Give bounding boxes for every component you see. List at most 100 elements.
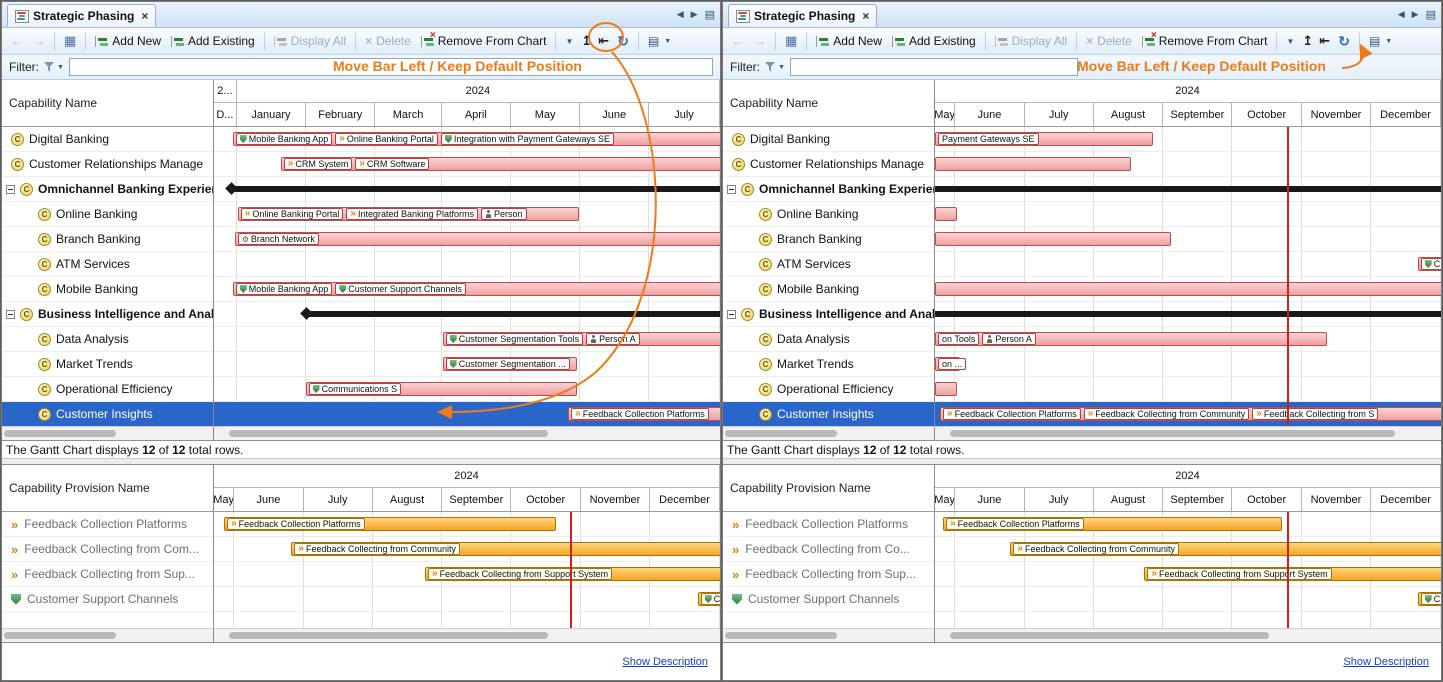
gantt-bar[interactable]: »Feedback Collection Platforms [943,517,1282,531]
gantt-bar[interactable]: on ToolsPerson A [935,332,1327,346]
gantt-bar[interactable]: Payment Gateways SE [935,132,1153,146]
gantt-bar[interactable]: »Feedback Collection Platforms»Feedback … [940,407,1441,421]
chart-scrollbar[interactable] [935,426,1441,440]
capability-row[interactable]: CCustomer Relationships Manage [2,152,213,177]
capability-row[interactable]: CATM Services [723,252,934,277]
gantt-bar[interactable]: C... [1418,257,1441,271]
capability-row[interactable]: CBusiness Intelligence and Analyt [2,302,213,327]
capability-row[interactable]: CData Analysis [723,327,934,352]
gantt-bar[interactable] [935,232,1171,246]
chart-scrollbar[interactable] [935,628,1441,642]
bar-actions-dropdown-icon[interactable]: ▼ [561,35,577,48]
close-tab-icon[interactable]: × [141,9,148,23]
gantt-bar[interactable]: C... [698,592,720,606]
back-icon[interactable]: ← [7,32,27,50]
gantt-bar[interactable]: Mobile Banking AppCustomer Support Chann… [233,282,720,296]
forward-icon[interactable]: → [750,32,770,50]
scrollbar-thumb[interactable] [229,632,548,639]
gantt-bar[interactable]: »Feedback Collection Platforms [224,517,555,531]
open-diagram-icon[interactable]: ▦ [60,31,80,51]
gantt-bar[interactable]: »Feedback Collecting from Community [1010,542,1441,556]
scrollbar-thumb[interactable] [950,430,1395,437]
name-scrollbar[interactable] [723,628,935,642]
add-new-button[interactable]: Add New [91,32,165,50]
scrollbar-thumb[interactable] [4,430,116,437]
provision-row[interactable]: »Feedback Collecting from Co... [723,537,934,562]
gantt-bar[interactable]: Mobile Banking App»Online Banking Portal… [233,132,720,146]
capability-row[interactable]: CData Analysis [2,327,213,352]
show-description-link[interactable]: Show Description [622,656,708,668]
move-bar-left-icon[interactable]: ⇤ [596,31,611,51]
provision-row[interactable]: Customer Support Channels [723,587,934,612]
capability-row[interactable]: CATM Services [2,252,213,277]
provision-row[interactable]: »Feedback Collecting from Com... [2,537,213,562]
delete-button[interactable]: ×Delete [361,32,415,50]
capability-row[interactable]: CMarket Trends [723,352,934,377]
scroll-tabs-left-icon[interactable]: ◀ [1398,9,1405,20]
gantt-bar[interactable]: C... [1418,592,1441,606]
display-all-button[interactable]: Display All [270,32,350,50]
chart-options-icon[interactable]: ▤▼ [644,32,675,50]
move-bar-left-icon[interactable]: ⇤ [1317,31,1332,51]
gantt-bar[interactable]: »Feedback Collecting from Support System [425,567,720,581]
capability-row[interactable]: CMobile Banking [723,277,934,302]
scrollbar-thumb[interactable] [725,632,837,639]
summary-bar[interactable] [306,311,720,317]
keep-default-position-icon[interactable]: ↥ [1300,31,1315,51]
summary-bar[interactable] [935,311,1441,317]
filter-input[interactable] [790,58,1078,76]
capability-row[interactable]: CMobile Banking [2,277,213,302]
collapse-icon[interactable] [727,310,736,319]
remove-from-chart-button[interactable]: Remove From Chart [417,32,551,50]
refresh-icon[interactable]: ↻ [613,31,633,52]
gantt-bar[interactable] [935,207,957,221]
capability-row[interactable]: CBranch Banking [723,227,934,252]
capability-row[interactable]: CCustomer Relationships Manage [723,152,934,177]
gantt-bar[interactable] [935,157,1131,171]
gantt-bar[interactable]: Customer Segmentation ToolsPerson A [443,332,720,346]
gantt-bar[interactable]: Communications S [306,382,577,396]
keep-default-position-icon[interactable]: ↥ [579,31,594,51]
capability-row[interactable]: CDigital Banking [2,127,213,152]
chart-scrollbar[interactable] [214,628,720,642]
capability-row[interactable]: CBranch Banking [2,227,213,252]
collapse-icon[interactable] [6,310,15,319]
filter-options-button[interactable]: ▼ [44,62,64,72]
remove-from-chart-button[interactable]: Remove From Chart [1138,32,1272,50]
gantt-bar[interactable] [935,382,957,396]
collapse-icon[interactable] [727,185,736,194]
capability-row[interactable]: COmnichannel Banking Experienc [723,177,934,202]
capability-row[interactable]: CDigital Banking [723,127,934,152]
gantt-bar[interactable]: on ... [935,357,960,371]
capability-row[interactable]: COperational Efficiency [2,377,213,402]
forward-icon[interactable]: → [29,32,49,50]
tab-list-icon[interactable]: ▤ [1426,8,1436,21]
capability-row[interactable]: CCustomer Insights [2,402,213,426]
tab-list-icon[interactable]: ▤ [705,8,715,21]
chart-options-icon[interactable]: ▤▼ [1365,32,1396,50]
gantt-bar[interactable]: »CRM System»CRM Software [281,157,720,171]
summary-bar[interactable] [935,186,1441,192]
display-all-button[interactable]: Display All [991,32,1071,50]
capability-row[interactable]: CBusiness Intelligence and Analyt [723,302,934,327]
scrollbar-thumb[interactable] [725,430,837,437]
capability-row[interactable]: COperational Efficiency [723,377,934,402]
scroll-tabs-left-icon[interactable]: ◀ [677,9,684,20]
provision-row[interactable]: »Feedback Collecting from Sup... [723,562,934,587]
scroll-tabs-right-icon[interactable]: ▶ [1412,9,1419,20]
summary-bar[interactable] [231,186,720,192]
back-icon[interactable]: ← [728,32,748,50]
gantt-bar[interactable]: »Feedback Collecting from Community [291,542,720,556]
filter-options-button[interactable]: ▼ [765,62,785,72]
provision-row[interactable]: »Feedback Collection Platforms [723,512,934,537]
scrollbar-thumb[interactable] [229,430,548,437]
capability-row[interactable]: COmnichannel Banking Experienc [2,177,213,202]
capability-row[interactable]: CMarket Trends [2,352,213,377]
gantt-bar[interactable]: »Feedback Collecting from Support System [1144,567,1441,581]
scroll-tabs-right-icon[interactable]: ▶ [691,9,698,20]
gantt-bar[interactable]: »Online Banking Portal»Integrated Bankin… [238,207,579,221]
refresh-icon[interactable]: ↻ [1334,31,1354,52]
name-scrollbar[interactable] [723,426,935,440]
scrollbar-thumb[interactable] [4,632,116,639]
provision-row[interactable]: Customer Support Channels [2,587,213,612]
